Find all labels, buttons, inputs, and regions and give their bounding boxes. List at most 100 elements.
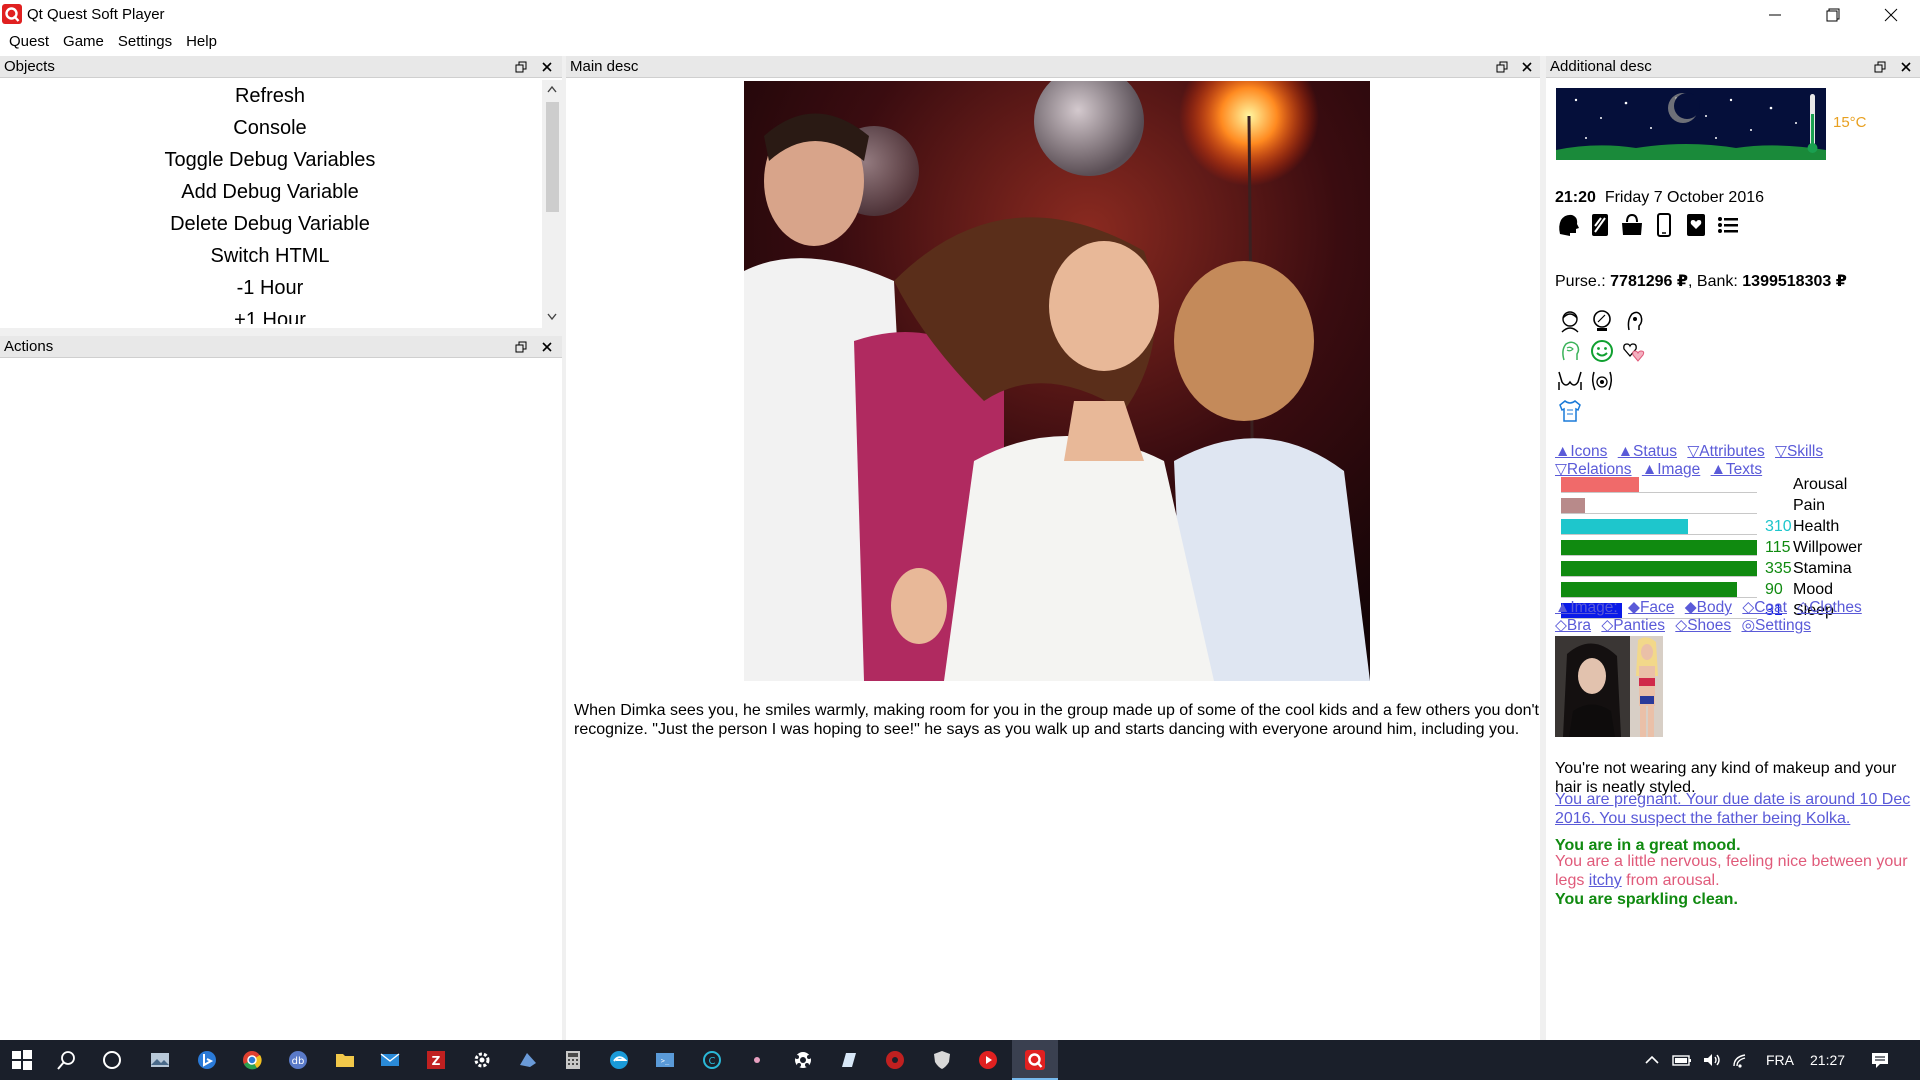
object-delete-debug-variable[interactable]: Delete Debug Variable (0, 208, 540, 240)
object-plus-hour[interactable]: +1 Hour (0, 304, 540, 324)
tray-overflow-button[interactable] (1640, 1048, 1664, 1072)
diary-heart-icon[interactable] (1683, 212, 1709, 238)
taskbar-app-edge[interactable] (607, 1048, 631, 1072)
smiley-icon[interactable] (1589, 338, 1615, 364)
link-clothes[interactable]: ◇Clothes (1797, 599, 1861, 616)
taskbar-app-db[interactable]: db (286, 1048, 310, 1072)
face-portrait-thumbnail[interactable] (1555, 636, 1630, 737)
object-add-debug-variable[interactable]: Add Debug Variable (0, 176, 540, 208)
clothing-shirt-icon[interactable] (1557, 398, 1583, 424)
start-button[interactable] (10, 1048, 34, 1072)
taskbar-app-photos[interactable] (148, 1048, 172, 1072)
actions-close-button[interactable] (539, 339, 555, 355)
taskbar-app-daemon[interactable] (883, 1048, 907, 1072)
link-panties[interactable]: ◇Panties (1601, 617, 1665, 634)
link-face[interactable]: ◆Face (1628, 599, 1674, 616)
taskbar-app-qsp[interactable] (1023, 1048, 1047, 1072)
link-skills[interactable]: ▽Skills (1775, 443, 1823, 460)
cortana-button[interactable] (100, 1048, 124, 1072)
tray-clock[interactable]: 21:27 (1810, 1052, 1845, 1068)
pregnant-belly-icon[interactable] (1589, 368, 1615, 394)
taskbar-app-filezilla[interactable]: Z (424, 1048, 448, 1072)
objects-scrollbar[interactable] (542, 80, 562, 328)
additional-close-button[interactable] (1898, 59, 1914, 75)
object-console[interactable]: Console (0, 112, 540, 144)
phone-icon[interactable] (1651, 212, 1677, 238)
link-attributes[interactable]: ▽Attributes (1687, 443, 1764, 460)
taskbar-app-chrome[interactable] (240, 1048, 264, 1072)
objects-close-button[interactable] (539, 59, 555, 75)
object-refresh[interactable]: Refresh (0, 80, 540, 112)
taskbar-app-steam[interactable] (516, 1048, 540, 1072)
link-body[interactable]: ◆Body (1685, 599, 1732, 616)
link-status[interactable]: ▲Status (1618, 443, 1677, 460)
link-settings[interactable]: ◎Settings (1741, 617, 1811, 634)
main-close-button[interactable] (1519, 59, 1535, 75)
link-icons[interactable]: ▲Icons (1555, 443, 1607, 460)
scroll-thumb[interactable] (546, 102, 559, 212)
main-float-button[interactable] (1494, 59, 1510, 75)
object-toggle-debug-variables[interactable]: Toggle Debug Variables (0, 144, 540, 176)
taskbar-app-football[interactable] (791, 1048, 815, 1072)
taskbar-app-recorder[interactable] (745, 1048, 769, 1072)
tray-language[interactable]: FRA (1766, 1052, 1794, 1068)
stat-value: 90 (1765, 581, 1783, 598)
scroll-down-arrow[interactable] (542, 308, 562, 326)
handbag-icon[interactable] (1619, 212, 1645, 238)
body-portrait-thumbnail[interactable] (1630, 636, 1663, 737)
notebook-icon[interactable] (1587, 212, 1613, 238)
brain-head-icon[interactable] (1557, 338, 1583, 364)
menu-help[interactable]: Help (179, 30, 224, 54)
pregnancy-link[interactable]: You are pregnant. Your due date is aroun… (1555, 790, 1911, 828)
minimize-button[interactable] (1746, 0, 1804, 29)
actions-float-button[interactable] (513, 339, 529, 355)
tray-battery[interactable] (1670, 1048, 1694, 1072)
taskbar-app-explorer[interactable] (333, 1048, 357, 1072)
head-silhouette-icon[interactable] (1555, 212, 1581, 238)
taskbar-app-bing[interactable] (195, 1048, 219, 1072)
tray-network[interactable] (1730, 1048, 1754, 1072)
taskbar-app-calculator[interactable] (561, 1048, 585, 1072)
object-minus-hour[interactable]: -1 Hour (0, 272, 540, 304)
taskbar-app-mail[interactable] (378, 1048, 402, 1072)
link-coat[interactable]: ◇Coat (1742, 599, 1787, 616)
weather-night-image (1556, 88, 1826, 160)
link-shoes[interactable]: ◇Shoes (1675, 617, 1731, 634)
image-links-row-1: ▲Image: ◆Face ◆Body ◇Coat ◇Clothes (1555, 598, 1868, 617)
search-button[interactable] (55, 1048, 79, 1072)
notification-center-button[interactable] (1868, 1048, 1892, 1072)
link-bra[interactable]: ◇Bra (1555, 617, 1591, 634)
taskbar-app-notes[interactable] (837, 1048, 861, 1072)
additional-float-button[interactable] (1872, 59, 1888, 75)
object-switch-html[interactable]: Switch HTML (0, 240, 540, 272)
taskbar-app-settings[interactable] (470, 1048, 494, 1072)
scroll-up-arrow[interactable] (542, 80, 562, 98)
taskbar-app-shield[interactable] (930, 1048, 954, 1072)
hearts-icon[interactable] (1621, 338, 1647, 364)
link-image-label[interactable]: ▲Image: (1555, 599, 1618, 616)
stat-bar-health (1561, 519, 1757, 535)
taskbar-app-codeblocks[interactable]: C (700, 1048, 724, 1072)
notes-icon (842, 1053, 856, 1067)
bra-icon[interactable] (1557, 368, 1583, 394)
tray-volume[interactable] (1700, 1048, 1724, 1072)
close-button[interactable] (1862, 0, 1920, 29)
svg-text:db: db (292, 1056, 305, 1067)
taskbar-app-terminal[interactable]: >_ (653, 1048, 677, 1072)
menu-settings[interactable]: Settings (111, 30, 179, 54)
menu-game[interactable]: Game (56, 30, 111, 54)
mirror-icon[interactable] (1589, 308, 1615, 334)
close-icon (1884, 8, 1898, 21)
objects-float-button[interactable] (513, 59, 529, 75)
menu-quest[interactable]: Quest (2, 30, 56, 54)
taskbar-app-youtube[interactable] (976, 1048, 1000, 1072)
character-face-icon[interactable] (1557, 308, 1583, 334)
restore-button[interactable] (1804, 0, 1862, 29)
stat-bar-pain (1561, 498, 1757, 514)
stat-row-willpower: 115 Willpower (1561, 539, 1862, 557)
face-profile-icon[interactable] (1621, 308, 1647, 334)
list-icon[interactable] (1715, 212, 1741, 238)
cleanliness-text: You are sparkling clean. (1555, 891, 1738, 908)
objects-actions-splitter[interactable] (0, 328, 562, 336)
itchy-link[interactable]: itchy (1589, 872, 1622, 889)
